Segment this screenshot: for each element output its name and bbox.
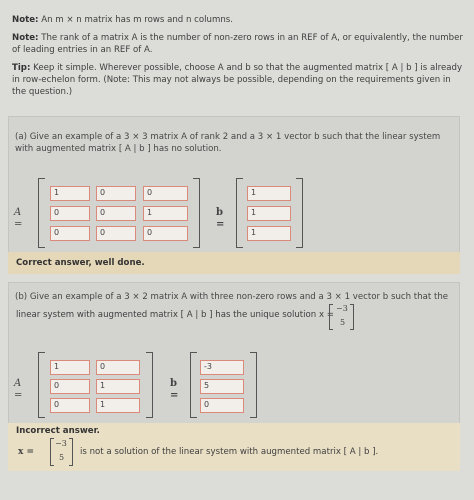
matrix-a-cell-2-3[interactable]: 1 (143, 206, 188, 221)
notes-section: Note: An m × n matrix has m rows and n c… (12, 14, 464, 104)
left-bracket (38, 352, 45, 418)
vector-b-cell-3[interactable]: 0 (200, 398, 244, 413)
vector-b-cell-2[interactable]: 5 (200, 379, 244, 394)
left-bracket (236, 178, 243, 248)
note-label: Note: (12, 15, 39, 25)
matrix-a-cell-1-3[interactable]: 0 (143, 186, 188, 201)
matrix-a-label: A = (14, 378, 23, 401)
matrix-a-cell-1-1[interactable]: 1 (50, 360, 90, 375)
right-bracket (296, 178, 303, 248)
matrix-a-cell-3-1[interactable]: 0 (50, 226, 90, 241)
right-bracket (69, 438, 73, 466)
matrix-a-cell-3-2[interactable]: 1 (96, 398, 140, 413)
matrix-a-cell-3-2[interactable]: 0 (96, 226, 136, 241)
matrix-a-cell-1-2[interactable]: 0 (96, 186, 136, 201)
left-bracket (50, 438, 54, 466)
result-explanation: is not a solution of the linear system w… (80, 447, 379, 457)
vector-b-label: b = (170, 378, 179, 401)
question-a-prompt: (a) Give an example of a 3 × 3 matrix A … (15, 132, 441, 154)
matrix-a-label: A = (14, 207, 23, 230)
matrix-a-cell-2-2[interactable]: 0 (96, 206, 136, 221)
matrix-a-cell-1-1[interactable]: 1 (50, 186, 90, 201)
left-bracket (329, 304, 333, 330)
result-x-entry-2: 5 (59, 453, 65, 462)
result-incorrect: Incorrect answer. (16, 426, 100, 436)
right-bracket (250, 352, 257, 418)
vector-b-cell-1[interactable]: 1 (247, 186, 291, 201)
note-text: The rank of a matrix A is the number of … (12, 33, 463, 55)
matrix-a-cell-3-3[interactable]: 0 (143, 226, 188, 241)
matrix-a-cell-2-2[interactable]: 1 (96, 379, 140, 394)
vector-b-cell-1[interactable]: -3 (200, 360, 244, 375)
matrix-a-cell-1-2[interactable]: 0 (96, 360, 140, 375)
vector-b-label: b = (216, 207, 225, 230)
matrix-a-cell-3-1[interactable]: 0 (50, 398, 90, 413)
tip-label: Tip: (12, 63, 31, 73)
right-bracket (350, 304, 354, 330)
left-bracket (190, 352, 197, 418)
result-x-label: x = (18, 447, 35, 457)
solution-entry-1: −3 (336, 304, 348, 313)
right-bracket (193, 178, 200, 248)
vector-b-cell-2[interactable]: 1 (247, 206, 291, 221)
result-x-entry-1: −3 (55, 439, 67, 448)
matrix-a-cell-2-1[interactable]: 0 (50, 206, 90, 221)
note-rank: Note: The rank of a matrix A is the numb… (12, 32, 464, 56)
note-dimensions: Note: An m × n matrix has m rows and n c… (12, 14, 464, 26)
tip: Tip: Keep it simple. Wherever possible, … (12, 62, 464, 98)
left-bracket (38, 178, 45, 248)
solution-entry-2: 5 (340, 318, 346, 327)
vector-b-cell-3[interactable]: 1 (247, 226, 291, 241)
question-b-prompt-line2: linear system with augmented matrix [ A … (16, 310, 334, 320)
matrix-a-cell-2-1[interactable]: 0 (50, 379, 90, 394)
note-label: Note: (12, 33, 39, 43)
right-bracket (146, 352, 153, 418)
note-text: An m × n matrix has m rows and n columns… (41, 15, 234, 25)
result-correct: Correct answer, well done. (16, 258, 145, 268)
question-b-prompt-line1: (b) Give an example of a 3 × 2 matrix A … (15, 292, 449, 302)
tip-text: Keep it simple. Wherever possible, choos… (12, 63, 463, 97)
